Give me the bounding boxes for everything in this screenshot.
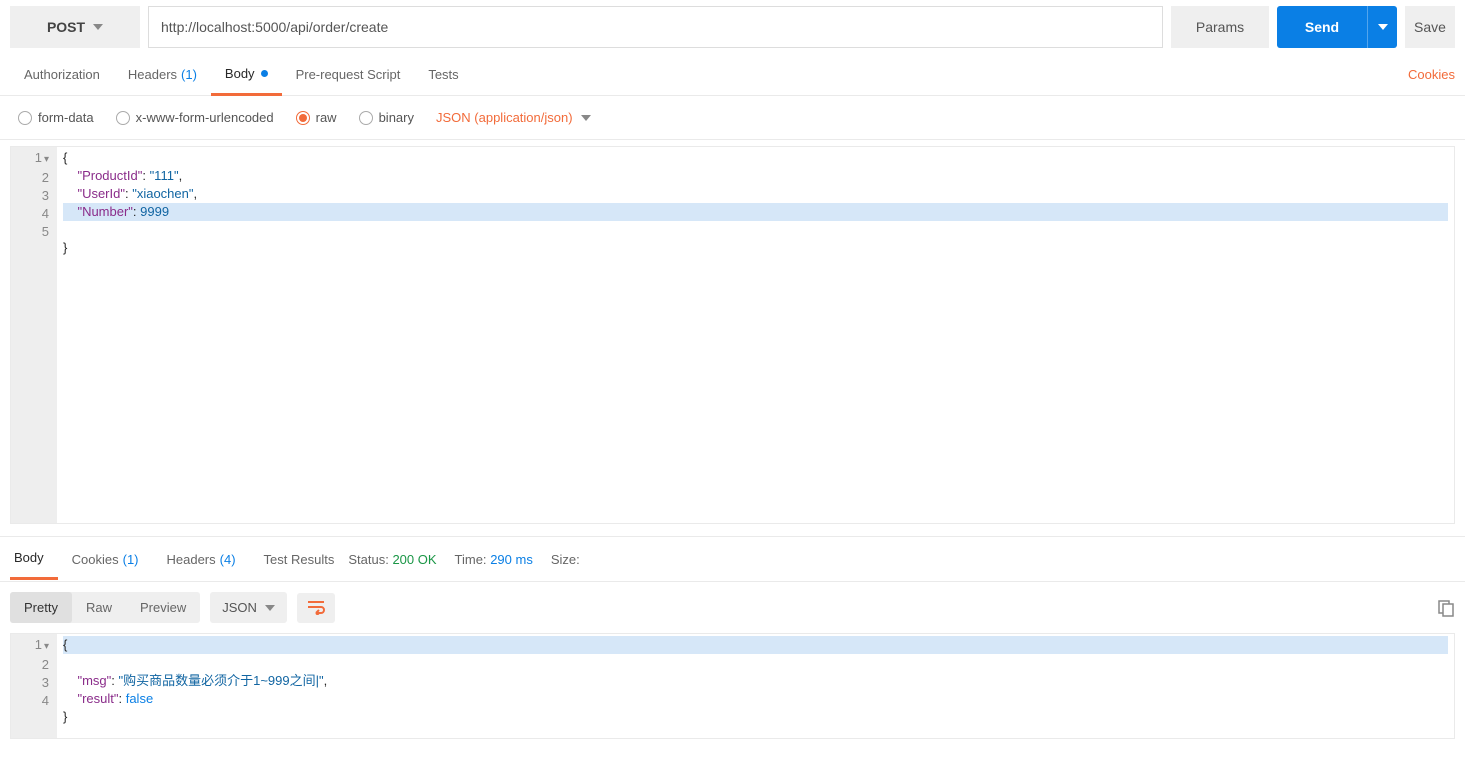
status-value: 200 OK (392, 552, 436, 567)
chevron-down-icon (581, 115, 591, 121)
content-type-label: JSON (application/json) (436, 110, 573, 125)
tab-pre-request-script[interactable]: Pre-request Script (282, 54, 415, 96)
copy-response-button[interactable] (1437, 599, 1455, 617)
save-button[interactable]: Save (1405, 6, 1455, 48)
wrap-lines-icon (307, 601, 325, 615)
response-status-bar: Status: 200 OK Time: 290 ms Size: (348, 552, 579, 567)
chevron-down-icon (265, 605, 275, 611)
size-label: Size: (551, 552, 580, 567)
response-tabs: Body Cookies (1) Headers (4) Test Result… (0, 536, 1465, 582)
response-body-editor[interactable]: 1▾234 { "msg": "购买商品数量必须介于1~999之间|", "re… (10, 633, 1455, 739)
content-type-select[interactable]: JSON (application/json) (436, 110, 591, 125)
tab-headers[interactable]: Headers (1) (114, 54, 211, 96)
tab-headers-label: Headers (128, 67, 177, 82)
send-button[interactable]: Send (1277, 6, 1367, 48)
radio-urlencoded[interactable]: x-www-form-urlencoded (116, 110, 274, 125)
radio-form-data-label: form-data (38, 110, 94, 125)
resp-tab-test-results[interactable]: Test Results (250, 538, 349, 580)
chevron-down-icon (93, 24, 103, 30)
request-body-editor[interactable]: 1▾2345 { "ProductId": "111", "UserId": "… (10, 146, 1455, 524)
unsaved-dot-icon (261, 70, 268, 77)
response-toolbar: Pretty Raw Preview JSON (0, 582, 1465, 633)
http-method-value: POST (47, 19, 85, 35)
params-button[interactable]: Params (1171, 6, 1269, 48)
request-url-input[interactable] (148, 6, 1163, 48)
editor-code[interactable]: { "ProductId": "111", "UserId": "xiaoche… (57, 147, 1454, 523)
tab-headers-count: (1) (181, 67, 197, 82)
radio-form-data[interactable]: form-data (18, 110, 94, 125)
resp-view-pretty[interactable]: Pretty (10, 592, 72, 623)
resp-view-raw[interactable]: Raw (72, 592, 126, 623)
resp-tab-body[interactable]: Body (10, 538, 58, 580)
chevron-down-icon (1378, 24, 1388, 30)
resp-tab-cookies-label: Cookies (72, 552, 119, 567)
resp-format-select[interactable]: JSON (210, 592, 287, 623)
radio-raw-label: raw (316, 110, 337, 125)
editor-gutter: 1▾234 (11, 634, 57, 738)
resp-tab-headers-label: Headers (167, 552, 216, 567)
resp-view-preview[interactable]: Preview (126, 592, 200, 623)
wrap-lines-button[interactable] (297, 593, 335, 623)
resp-tab-headers-count: (4) (220, 552, 236, 567)
radio-raw[interactable]: raw (296, 110, 337, 125)
http-method-select[interactable]: POST (10, 6, 140, 48)
copy-icon (1437, 599, 1455, 617)
tab-body[interactable]: Body (211, 54, 282, 96)
tab-authorization[interactable]: Authorization (10, 54, 114, 96)
editor-gutter: 1▾2345 (11, 147, 57, 523)
radio-binary-label: binary (379, 110, 414, 125)
resp-format-label: JSON (222, 600, 257, 615)
time-value: 290 ms (490, 552, 533, 567)
resp-tab-cookies[interactable]: Cookies (1) (58, 538, 153, 580)
tab-tests[interactable]: Tests (414, 54, 472, 96)
radio-urlencoded-label: x-www-form-urlencoded (136, 110, 274, 125)
send-dropdown-button[interactable] (1367, 6, 1397, 48)
body-type-selector: form-data x-www-form-urlencoded raw bina… (0, 96, 1465, 140)
editor-code[interactable]: { "msg": "购买商品数量必须介于1~999之间|", "result":… (57, 634, 1454, 738)
resp-tab-headers[interactable]: Headers (4) (153, 538, 250, 580)
tab-body-label: Body (225, 66, 255, 81)
radio-binary[interactable]: binary (359, 110, 414, 125)
request-tabs: Authorization Headers (1) Body Pre-reque… (0, 54, 1465, 96)
time-label: Time: (455, 552, 487, 567)
cookies-link[interactable]: Cookies (1408, 67, 1455, 82)
resp-tab-cookies-count: (1) (123, 552, 139, 567)
status-label: Status: (348, 552, 388, 567)
